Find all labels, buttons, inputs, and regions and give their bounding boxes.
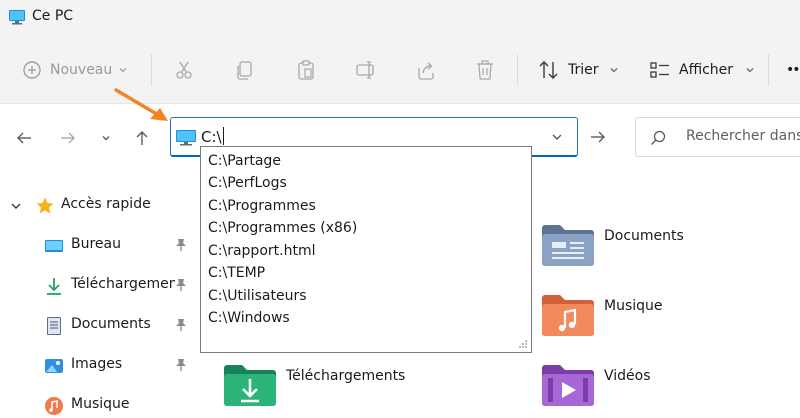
nav-item-quick-access[interactable]: Accès rapide — [0, 190, 200, 220]
folder-label: Vidéos — [604, 368, 651, 384]
navigation-pane: Accès rapide Bureau Téléchargements — [0, 174, 200, 418]
computer-icon — [176, 130, 196, 146]
sidebar-item-label: Bureau — [71, 236, 121, 252]
suggestion-item[interactable]: C:\Windows — [208, 307, 290, 329]
folder-documents[interactable] — [540, 222, 596, 272]
suggestion-item[interactable]: C:\Programmes — [208, 195, 316, 217]
view-list-icon — [650, 62, 669, 78]
folder-label: Musique — [604, 298, 663, 314]
separator — [517, 54, 518, 86]
folder-label: Téléchargements — [286, 368, 406, 384]
chevron-down-icon — [119, 68, 127, 73]
computer-icon — [9, 10, 25, 25]
download-icon — [47, 278, 61, 295]
sort-button-label: Trier — [568, 62, 599, 78]
paste-button[interactable] — [295, 56, 317, 84]
scissors-icon — [176, 61, 192, 79]
pin-icon[interactable] — [175, 238, 187, 252]
separator — [768, 54, 769, 86]
pin-icon[interactable] — [175, 278, 187, 292]
text-caret — [222, 127, 224, 145]
pin-icon[interactable] — [175, 358, 187, 372]
more-options-label: •• — [786, 62, 800, 78]
plus-circle-icon — [23, 61, 41, 79]
suggestion-item[interactable]: C:\Programmes (x86) — [208, 217, 357, 239]
arrow-left-icon — [17, 132, 31, 144]
copy-icon — [237, 61, 252, 80]
chevron-down-icon — [102, 136, 110, 141]
delete-button[interactable] — [474, 56, 496, 84]
suggestion-item[interactable]: C:\Utilisateurs — [208, 285, 307, 307]
rename-button[interactable] — [355, 56, 377, 84]
clipboard-icon — [298, 60, 314, 80]
quick-access-label: Accès rapide — [61, 196, 151, 212]
sidebar-item-downloads[interactable]: Téléchargements — [0, 270, 200, 300]
view-button-label: Afficher — [679, 62, 734, 78]
address-autocomplete-dropdown: C:\Partage C:\PerfLogs C:\Programmes C:\… — [200, 146, 532, 353]
arrow-right-icon — [61, 132, 75, 144]
forward-button[interactable] — [56, 126, 80, 150]
folder-videos[interactable] — [540, 362, 596, 412]
more-options-button[interactable]: •• — [786, 56, 800, 84]
search-icon — [651, 130, 666, 145]
cut-button[interactable] — [173, 56, 195, 84]
suggestion-item[interactable]: C:\Partage — [208, 150, 281, 172]
copy-button[interactable] — [234, 56, 256, 84]
annotation-arrow-icon — [114, 88, 168, 121]
share-icon — [418, 62, 434, 80]
search-box[interactable]: Rechercher dans s — [635, 117, 800, 157]
go-button[interactable] — [584, 123, 612, 151]
star-icon — [36, 197, 54, 214]
address-input[interactable]: C:\ — [201, 127, 224, 146]
arrow-up-icon — [136, 131, 148, 145]
search-input[interactable]: Rechercher dans s — [686, 128, 800, 144]
documents-icon — [47, 317, 61, 335]
sidebar-item-documents[interactable]: Documents — [0, 310, 200, 340]
chevron-down-icon[interactable] — [550, 130, 564, 144]
rename-icon — [356, 61, 374, 79]
new-button[interactable]: Nouveau — [22, 56, 128, 84]
back-button[interactable] — [12, 126, 36, 150]
desktop-icon — [45, 240, 63, 252]
suggestion-item[interactable]: C:\TEMP — [208, 262, 265, 284]
folder-downloads[interactable] — [222, 362, 278, 412]
sort-icon — [539, 61, 558, 79]
chevron-down-icon — [610, 68, 617, 73]
trash-icon — [477, 60, 493, 80]
documents-folder-icon — [542, 225, 594, 266]
sidebar-item-label: Documents — [71, 316, 151, 332]
sidebar-item-label: Musique — [71, 396, 130, 412]
sidebar-item-label: Téléchargements — [71, 276, 175, 292]
new-button-label: Nouveau — [50, 62, 113, 78]
pin-icon[interactable] — [175, 318, 187, 332]
recent-locations-button[interactable] — [94, 126, 118, 150]
arrow-right-icon — [591, 131, 605, 143]
up-button[interactable] — [130, 126, 154, 150]
title-bar: Ce PC — [0, 0, 800, 34]
chevron-down-icon[interactable] — [10, 200, 22, 212]
window-title: Ce PC — [32, 8, 74, 24]
music-folder-icon — [542, 295, 594, 336]
sort-button[interactable]: Trier — [538, 56, 619, 84]
downloads-folder-icon — [224, 365, 276, 406]
resize-grip-icon[interactable] — [518, 339, 528, 349]
folder-label: Documents — [604, 228, 684, 244]
sidebar-item-images[interactable]: Images — [0, 350, 200, 380]
separator — [151, 54, 152, 86]
sidebar-item-label: Images — [71, 356, 123, 372]
folder-music[interactable] — [540, 292, 596, 342]
videos-folder-icon — [542, 365, 594, 406]
address-value: C:\ — [201, 128, 222, 146]
suggestion-item[interactable]: C:\rapport.html — [208, 240, 315, 262]
suggestion-item[interactable]: C:\PerfLogs — [208, 172, 287, 194]
sidebar-item-desktop[interactable]: Bureau — [0, 230, 200, 260]
view-button[interactable]: Afficher — [649, 56, 755, 84]
images-icon — [45, 359, 63, 373]
music-icon — [45, 397, 63, 415]
sidebar-item-music[interactable]: Musique — [0, 390, 200, 418]
chevron-down-icon — [746, 68, 754, 73]
share-button[interactable] — [415, 56, 437, 84]
